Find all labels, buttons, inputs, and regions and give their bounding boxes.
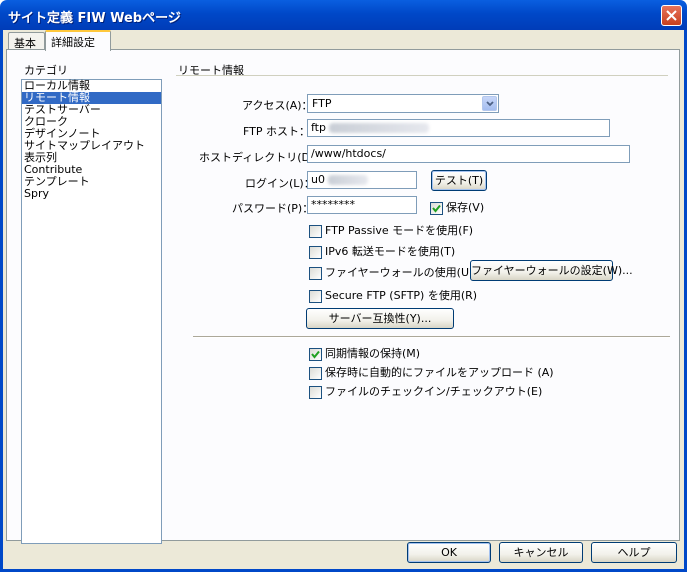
checkin-label: ファイルのチェックイン/チェックアウト(E) [325,385,543,398]
tab-label: 詳細設定 [51,36,95,49]
dir-input[interactable]: /www/htdocs/ [307,145,630,163]
password-label: パスワード(P)： [232,202,314,215]
separator [193,336,670,338]
passive-label: FTP Passive モードを使用(F) [325,224,474,237]
section-divider [176,75,668,76]
login-label: ログイン(L)： [245,177,315,190]
login-input[interactable]: u0 [307,171,417,189]
autoupload-checkbox[interactable]: 保存時に自動的にファイルをアップロード (A) [309,364,554,380]
checkmark-icon [432,204,441,213]
save-label: 保存(V) [446,201,485,214]
ipv6-checkbox[interactable]: IPv6 転送モードを使用(T) [309,243,456,259]
redacted-text [327,175,368,185]
dir-value: /www/htdocs/ [311,147,386,160]
checkbox[interactable] [309,385,322,399]
sftp-label: Secure FTP (SFTP) を使用(R) [325,289,478,302]
tab-advanced[interactable]: 詳細設定 [45,30,111,51]
dropdown-button[interactable] [482,96,497,111]
chevron-down-icon [486,101,494,107]
title-bar: サイト定義 FIW Webページ [0,0,687,30]
password-input[interactable]: ******** [307,196,417,214]
server-compat-button[interactable]: サーバー互換性(Y)... [306,308,454,329]
checkbox-checked[interactable] [309,347,322,361]
access-label: アクセス(A)： [242,99,313,112]
checkbox-checked[interactable] [430,201,443,215]
test-button[interactable]: テスト(T) [431,170,487,191]
passive-checkbox[interactable]: FTP Passive モードを使用(F) [309,222,474,238]
category-label: カテゴリ [24,64,68,77]
help-button[interactable]: ヘルプ [591,542,677,563]
host-label: FTP ホスト： [243,125,310,138]
close-icon [666,10,677,21]
ok-button[interactable]: OK [407,542,491,563]
firewall-checkbox[interactable]: ファイヤーウォールの使用(U) [309,264,474,280]
host-value: ftp [311,121,326,134]
checkin-checkbox[interactable]: ファイルのチェックイン/チェックアウト(E) [309,383,543,399]
access-select[interactable]: FTP [307,94,499,113]
firewall-label: ファイヤーウォールの使用(U) [325,266,474,279]
access-value: FTP [312,97,332,110]
redacted-text [328,123,429,133]
cancel-button[interactable]: キャンセル [499,542,583,563]
checkbox[interactable] [309,245,322,259]
tab-basic[interactable]: 基本 [8,32,45,50]
host-input[interactable]: ftp [307,119,610,137]
checkmark-icon [311,350,320,359]
checkbox[interactable] [309,289,322,303]
firewall-settings-button[interactable]: ファイヤーウォールの設定(W)... [470,260,633,281]
sftp-checkbox[interactable]: Secure FTP (SFTP) を使用(R) [309,287,478,303]
autoupload-label: 保存時に自動的にファイルをアップロード (A) [325,366,554,379]
password-value: ******** [311,198,355,211]
sync-checkbox[interactable]: 同期情報の保持(M) [309,345,421,361]
close-button[interactable] [661,5,682,26]
ipv6-label: IPv6 転送モードを使用(T) [325,245,456,258]
list-item[interactable]: Spry [22,188,161,200]
checkbox[interactable] [309,266,322,280]
window-title: サイト定義 FIW Webページ [8,11,181,26]
checkbox[interactable] [309,366,322,380]
checkbox[interactable] [309,224,322,238]
category-list[interactable]: ローカル情報 リモート情報 テストサーバー クローク デザインノート サイトマッ… [21,79,162,544]
save-password-checkbox[interactable]: 保存(V) [430,199,485,215]
sync-label: 同期情報の保持(M) [325,347,421,360]
login-value: u0 [311,173,325,186]
